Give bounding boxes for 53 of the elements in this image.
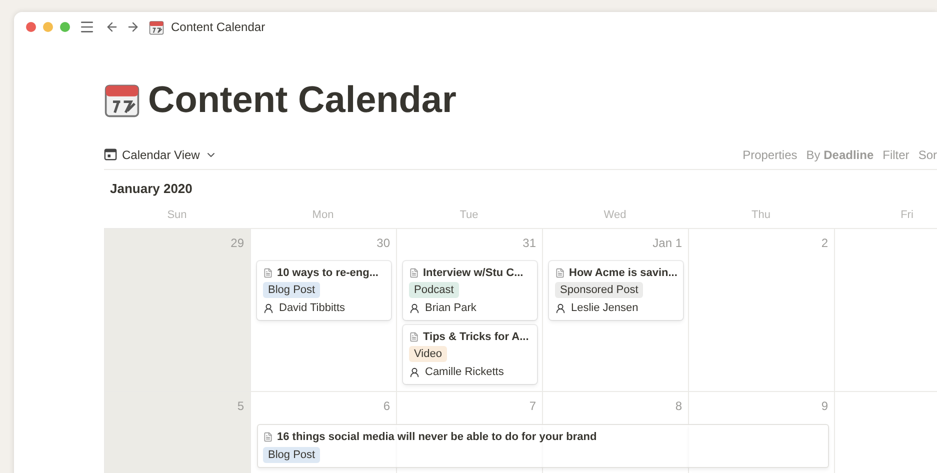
breadcrumb-title[interactable]: Content Calendar bbox=[171, 18, 266, 36]
tag-badge: Video bbox=[409, 346, 447, 362]
day-number: 2 bbox=[821, 234, 828, 252]
event-card[interactable]: How Acme is savin... Sponsored Post Leslie Jensen bbox=[549, 261, 683, 320]
event-card[interactable]: Interview w/Stu C... Podcast Brian Park bbox=[403, 261, 537, 320]
day-number: 29 bbox=[230, 234, 244, 252]
event-title: How Acme is savin... bbox=[569, 266, 678, 280]
day-number: 8 bbox=[675, 398, 682, 414]
weekday-label: Tue bbox=[460, 208, 478, 224]
tag-badge: Blog Post bbox=[263, 447, 320, 463]
page-title: Content Calendar bbox=[148, 78, 456, 122]
day-number: 6 bbox=[383, 398, 390, 414]
view-switcher[interactable]: Calendar View bbox=[104, 146, 217, 164]
month-label: January 2020 bbox=[110, 180, 192, 198]
event-title: 10 ways to re-eng... bbox=[277, 266, 378, 280]
forward-arrow-icon[interactable] bbox=[126, 20, 140, 34]
page-icon bbox=[409, 332, 419, 342]
calendar-icon bbox=[104, 82, 140, 118]
person-name: Brian Park bbox=[425, 301, 476, 315]
tag-badge: Blog Post bbox=[263, 282, 320, 298]
day-number: 5 bbox=[237, 398, 244, 414]
close-window-button[interactable] bbox=[26, 22, 36, 32]
menu-icon[interactable] bbox=[79, 19, 95, 35]
calendar-icon bbox=[149, 20, 164, 34]
weekday-label: Fri bbox=[900, 208, 914, 224]
weekday-label: Wed bbox=[604, 208, 626, 224]
tag-badge: Sponsored Post bbox=[555, 282, 644, 298]
avatar-icon bbox=[263, 302, 274, 314]
page-icon bbox=[263, 268, 273, 278]
person-name: Leslie Jensen bbox=[571, 301, 638, 315]
tag-badge: Podcast bbox=[409, 282, 459, 298]
day-number: 7 bbox=[529, 398, 536, 414]
weekday-label: Mon bbox=[312, 208, 334, 224]
weekday-label: Sun bbox=[167, 208, 187, 224]
avatar-icon bbox=[409, 366, 420, 378]
day-number: Jan 1 bbox=[652, 234, 682, 252]
event-card[interactable]: 10 ways to re-eng... Blog Post David Tibbitts bbox=[257, 261, 391, 320]
day-number: 30 bbox=[376, 234, 390, 252]
page-icon bbox=[555, 268, 565, 278]
calendar-view-icon bbox=[104, 148, 117, 161]
event-title: Interview w/Stu C... bbox=[423, 266, 524, 280]
day-number: 9 bbox=[821, 398, 828, 414]
person-name: Camille Ricketts bbox=[425, 365, 504, 379]
day-number: 31 bbox=[522, 234, 536, 252]
event-title: Tips & Tricks for A... bbox=[423, 330, 529, 344]
avatar-icon bbox=[409, 302, 420, 314]
event-card[interactable]: Tips & Tricks for A... Video Camille Ricketts bbox=[403, 325, 537, 384]
weekday-label: Thu bbox=[752, 208, 770, 224]
avatar-icon bbox=[555, 302, 566, 314]
person-name: David Tibbitts bbox=[279, 301, 346, 315]
page-icon bbox=[409, 268, 419, 278]
page-icon bbox=[263, 432, 273, 442]
event-title: 16 things social media will never be able to do for your brand bbox=[277, 430, 597, 444]
